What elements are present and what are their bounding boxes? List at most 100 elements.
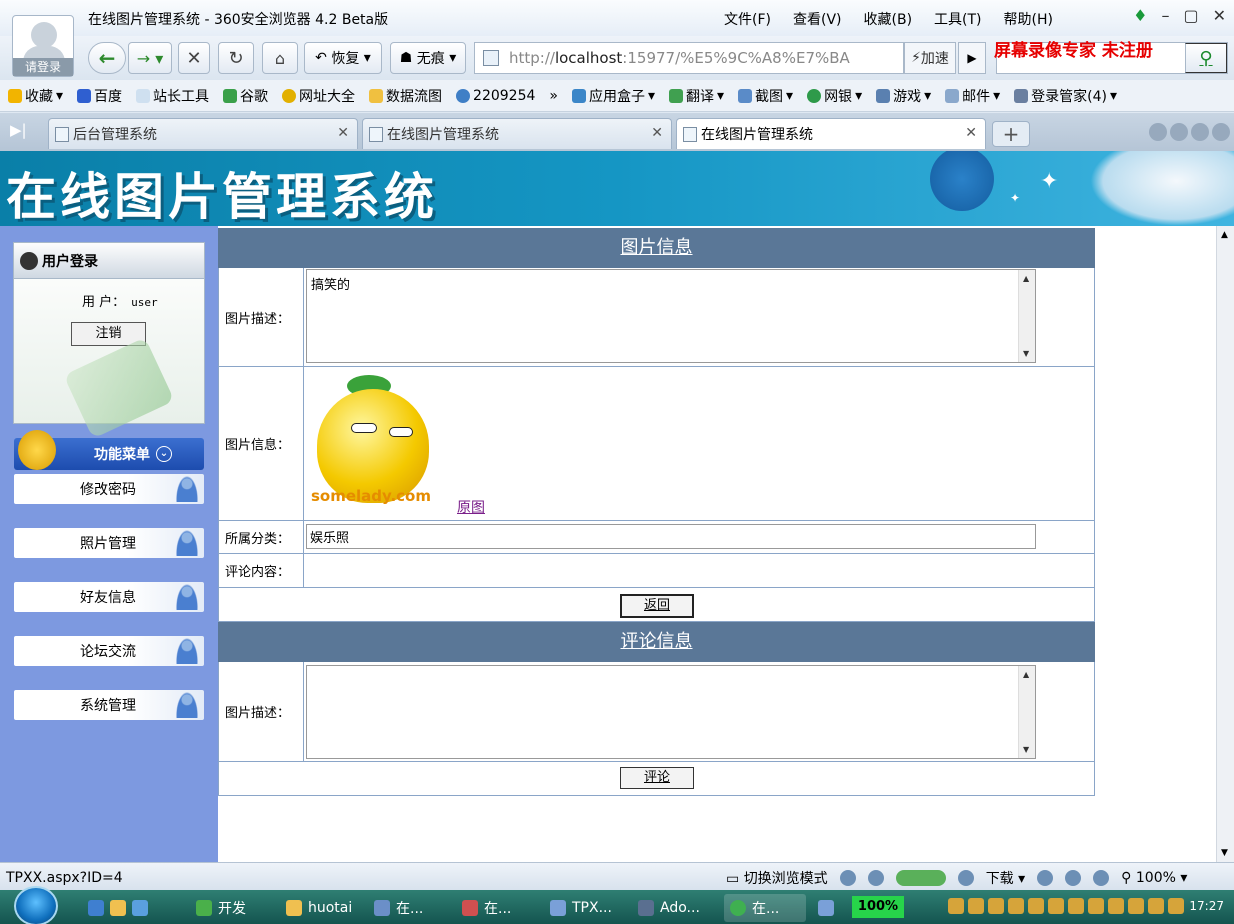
scroll-up-icon[interactable]: ▲ <box>1023 670 1029 679</box>
fav-login-manager[interactable]: 登录管家(4) ▾ <box>1014 86 1117 106</box>
tab-next-icon[interactable] <box>1170 123 1188 141</box>
back-button[interactable]: ← <box>88 42 126 74</box>
fav-collect[interactable]: 收藏 ▾ <box>8 86 63 106</box>
tray-icon[interactable] <box>948 898 964 914</box>
download-button[interactable]: 下载 ▾ <box>986 868 1025 888</box>
page-scrollbar[interactable]: ▲ ▼ <box>1216 226 1234 862</box>
close-icon[interactable]: ✕ <box>1213 6 1226 25</box>
forward-button[interactable]: → ▾ <box>128 42 172 74</box>
ie-icon[interactable] <box>839 870 856 886</box>
new-tab-button[interactable]: + <box>992 121 1030 147</box>
quicklaunch-icons[interactable] <box>82 894 154 922</box>
comment-button[interactable]: 评论 <box>620 767 694 789</box>
menu-tools[interactable]: 工具(T) <box>934 9 981 29</box>
tab-close-all-icon[interactable] <box>1212 123 1230 141</box>
menu-item-photo-management[interactable]: 照片管理 <box>14 528 204 558</box>
comment-info-title[interactable]: 评论信息 <box>218 622 1095 662</box>
tray-icon[interactable] <box>1028 898 1044 914</box>
stop-button[interactable]: ✕ <box>178 42 210 74</box>
fav-screenshot[interactable]: 截图 ▾ <box>738 86 793 106</box>
tray-icon[interactable] <box>1068 898 1084 914</box>
scroll-up-icon[interactable]: ▲ <box>1023 274 1029 283</box>
tray-icon[interactable] <box>988 898 1004 914</box>
fav-sites[interactable]: 网址大全 <box>282 86 355 106</box>
tray-icon[interactable] <box>1168 898 1184 914</box>
print-icon[interactable] <box>1065 870 1082 886</box>
menu-item-system[interactable]: 系统管理 <box>14 690 204 720</box>
folder-icon[interactable] <box>110 900 126 916</box>
taskbar-item[interactable]: TPX... <box>544 894 618 922</box>
fav-mail[interactable]: 邮件 ▾ <box>945 86 1000 106</box>
description-textarea[interactable]: 搞笑的 ▲ ▼ <box>306 269 1036 363</box>
tray-icon[interactable] <box>1008 898 1024 914</box>
tab-gallery-1[interactable]: 在线图片管理系统 ✕ <box>362 118 672 149</box>
scroll-down-icon[interactable]: ▼ <box>1023 349 1029 358</box>
category-input[interactable]: 娱乐照 <box>306 524 1036 549</box>
zoom-control[interactable]: ⚲ 100% ▾ <box>1121 870 1187 886</box>
taskbar-item[interactable]: huotai <box>280 894 358 922</box>
fav-games[interactable]: 游戏 ▾ <box>876 86 931 106</box>
tray-icon[interactable] <box>1048 898 1064 914</box>
tab-list-icon[interactable] <box>1191 123 1209 141</box>
restore-button[interactable]: ↶ 恢复 ▾ <box>304 42 382 74</box>
back-page-button[interactable]: 返回 <box>620 594 694 618</box>
textarea-scrollbar[interactable]: ▲ ▼ <box>1018 666 1035 758</box>
taskbar-item[interactable] <box>812 894 840 922</box>
comment-textarea[interactable]: ▲ ▼ <box>306 665 1036 759</box>
close-tab-icon[interactable]: ✕ <box>651 125 663 141</box>
textarea-scrollbar[interactable]: ▲ ▼ <box>1018 270 1035 362</box>
tools-icon[interactable] <box>957 870 974 886</box>
tab-gallery-2[interactable]: 在线图片管理系统 ✕ <box>676 118 986 149</box>
tab-admin[interactable]: 后台管理系统 ✕ <box>48 118 358 149</box>
taskbar-item[interactable]: 在... <box>456 894 517 922</box>
reload-button[interactable]: ↻ <box>218 42 254 74</box>
sidebar-toggle-icon[interactable]: ▶| <box>10 121 27 139</box>
chevron-down-icon[interactable]: ⌄ <box>156 446 172 462</box>
incognito-button[interactable]: ☗ 无痕 ▾ <box>390 42 466 74</box>
close-tab-icon[interactable]: ✕ <box>965 125 977 141</box>
tray-icon[interactable] <box>1128 898 1144 914</box>
photo-info-title[interactable]: 图片信息 <box>218 228 1095 268</box>
fav-appbox[interactable]: 应用盒子 ▾ <box>571 86 655 106</box>
menu-item-friends[interactable]: 好友信息 <box>14 582 204 612</box>
browse-mode-toggle[interactable]: ▭ 切换浏览模式 <box>726 868 828 888</box>
taskbar-item[interactable]: 在... <box>724 894 806 922</box>
save-icon[interactable] <box>1037 870 1054 886</box>
close-tab-icon[interactable]: ✕ <box>337 125 349 141</box>
scroll-down-icon[interactable]: ▼ <box>1023 745 1029 754</box>
toggle-icon[interactable] <box>895 870 946 886</box>
taskbar-item[interactable]: 在... <box>368 894 429 922</box>
menu-item-forum[interactable]: 论坛交流 <box>14 636 204 666</box>
battery-indicator[interactable]: 100% <box>852 896 904 918</box>
skin-icon[interactable]: ♦ <box>1133 6 1147 25</box>
maximize-icon[interactable]: ▢ <box>1183 6 1198 25</box>
tray-icon[interactable] <box>1088 898 1104 914</box>
desktop-icon[interactable] <box>88 900 104 916</box>
minimize-icon[interactable]: – <box>1161 6 1169 25</box>
fav-google[interactable]: 谷歌 <box>223 86 268 106</box>
sound-icon[interactable] <box>1093 870 1110 886</box>
fav-baidu[interactable]: 百度 <box>77 86 122 106</box>
scroll-up-icon[interactable]: ▲ <box>1221 230 1228 240</box>
menu-view[interactable]: 查看(V) <box>793 9 842 29</box>
start-button[interactable] <box>14 886 58 924</box>
tray-icon[interactable] <box>968 898 984 914</box>
original-image-link[interactable]: 原图 <box>457 497 485 517</box>
browser-icon[interactable] <box>132 900 148 916</box>
avatar[interactable]: 请登录 <box>12 15 74 77</box>
taskbar-item[interactable]: Ado... <box>632 894 706 922</box>
menu-item-change-password[interactable]: 修改密码 <box>14 474 204 504</box>
search-icon[interactable]: ⚲ <box>1185 43 1227 73</box>
menu-favorites[interactable]: 收藏(B) <box>864 9 913 29</box>
fav-bank[interactable]: 网银 ▾ <box>807 86 862 106</box>
fav-translate[interactable]: 翻译 ▾ <box>669 86 724 106</box>
menu-file[interactable]: 文件(F) <box>724 9 771 29</box>
go-button[interactable]: ▶ <box>958 42 986 74</box>
clock[interactable]: 17:27 <box>1189 899 1224 913</box>
fav-2209254[interactable]: 2209254 <box>456 88 535 104</box>
address-bar[interactable]: http://localhost:15977/%E5%9C%A8%E7%BA <box>474 42 904 74</box>
fav-dataflow[interactable]: 数据流图 <box>369 86 442 106</box>
home-button[interactable]: ⌂ <box>262 42 298 74</box>
taskbar-item[interactable]: 开发 <box>190 894 252 922</box>
fav-webmaster[interactable]: 站长工具 <box>136 86 209 106</box>
